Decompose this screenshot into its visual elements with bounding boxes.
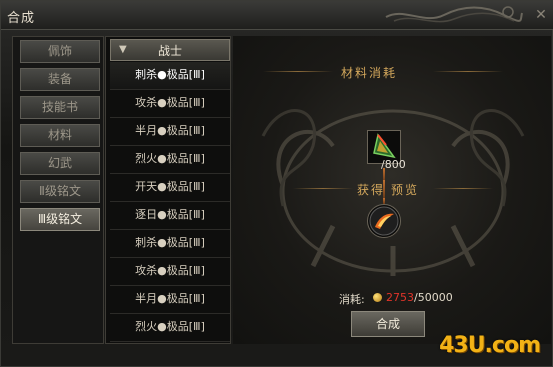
preview-label: 预览 <box>391 183 420 197</box>
cost-value: 2753/50000 <box>386 291 453 304</box>
category-tab-skillbook[interactable]: 技能书 <box>20 96 100 119</box>
cost-need: /50000 <box>414 291 453 304</box>
list-item[interactable]: 开天●极品[Ⅲ] <box>110 174 230 202</box>
connector <box>383 180 385 198</box>
category-tab-material[interactable]: 材料 <box>20 124 100 147</box>
list-item[interactable]: 攻杀●极品[Ⅲ] <box>110 258 230 286</box>
result-slot[interactable] <box>367 204 401 238</box>
list-item[interactable]: 烈火●极品[Ⅲ] <box>110 314 230 342</box>
list-item[interactable]: 刺杀●极品[Ⅲ] <box>110 62 230 90</box>
category-panel: 佩饰 装备 技能书 材料 幻武 Ⅱ级铭文 Ⅲ级铭文 <box>12 36 104 344</box>
materials-title: 材料消耗 <box>341 66 398 80</box>
divider <box>263 71 333 72</box>
category-tab-equipment[interactable]: 装备 <box>20 68 100 91</box>
dragon-ornament-icon <box>385 6 523 23</box>
category-tab-rune-2[interactable]: Ⅱ级铭文 <box>20 180 100 203</box>
divider <box>433 71 503 72</box>
site-watermark-logo: 43U.com <box>439 333 541 358</box>
list-item[interactable]: 烈火●极品[Ⅲ] <box>110 146 230 174</box>
class-group-label: 战士 <box>157 44 182 58</box>
list-item[interactable]: 逐日●极品[Ⅲ] <box>110 202 230 230</box>
recipe-list: ▼ 战士 刺杀●极品[Ⅲ] 攻杀●极品[Ⅲ] 半月●极品[Ⅲ] 烈火●极品[Ⅲ]… <box>105 36 231 344</box>
cost-label: 消耗: <box>339 293 365 306</box>
list-item[interactable]: 攻杀●极品[Ⅲ] <box>110 90 230 118</box>
category-tab-rune-3[interactable]: Ⅲ级铭文 <box>20 208 100 231</box>
cost-have: 2753 <box>386 291 414 304</box>
list-item[interactable]: 刺杀●极品[Ⅲ] <box>110 230 230 258</box>
synthesis-window: 合成 ✕ 佩饰 装备 技能书 材料 幻武 Ⅱ级铭文 Ⅲ级铭文 ▼ 战士 刺杀●极… <box>0 0 553 367</box>
divider <box>293 188 353 189</box>
divider <box>433 188 493 189</box>
gold-coin-icon <box>373 293 382 302</box>
close-icon[interactable]: ✕ <box>532 6 550 24</box>
window-title: 合成 <box>7 11 36 26</box>
category-tab-pendant[interactable]: 佩饰 <box>20 40 100 63</box>
list-item[interactable]: 半月●极品[Ⅲ] <box>110 118 230 146</box>
list-item[interactable]: 半月●极品[Ⅲ] <box>110 286 230 314</box>
synthesis-detail: 材料消耗 /800 获得 预览 消耗: 2753/50000 合成 <box>233 36 551 344</box>
title-bar[interactable]: 合成 ✕ <box>1 1 553 30</box>
category-tab-phantom-weapon[interactable]: 幻武 <box>20 152 100 175</box>
flame-slash-icon <box>369 206 399 236</box>
result-title: 获得 <box>357 183 386 197</box>
compose-button[interactable]: 合成 <box>351 311 425 337</box>
class-group-header[interactable]: ▼ 战士 <box>110 39 230 61</box>
